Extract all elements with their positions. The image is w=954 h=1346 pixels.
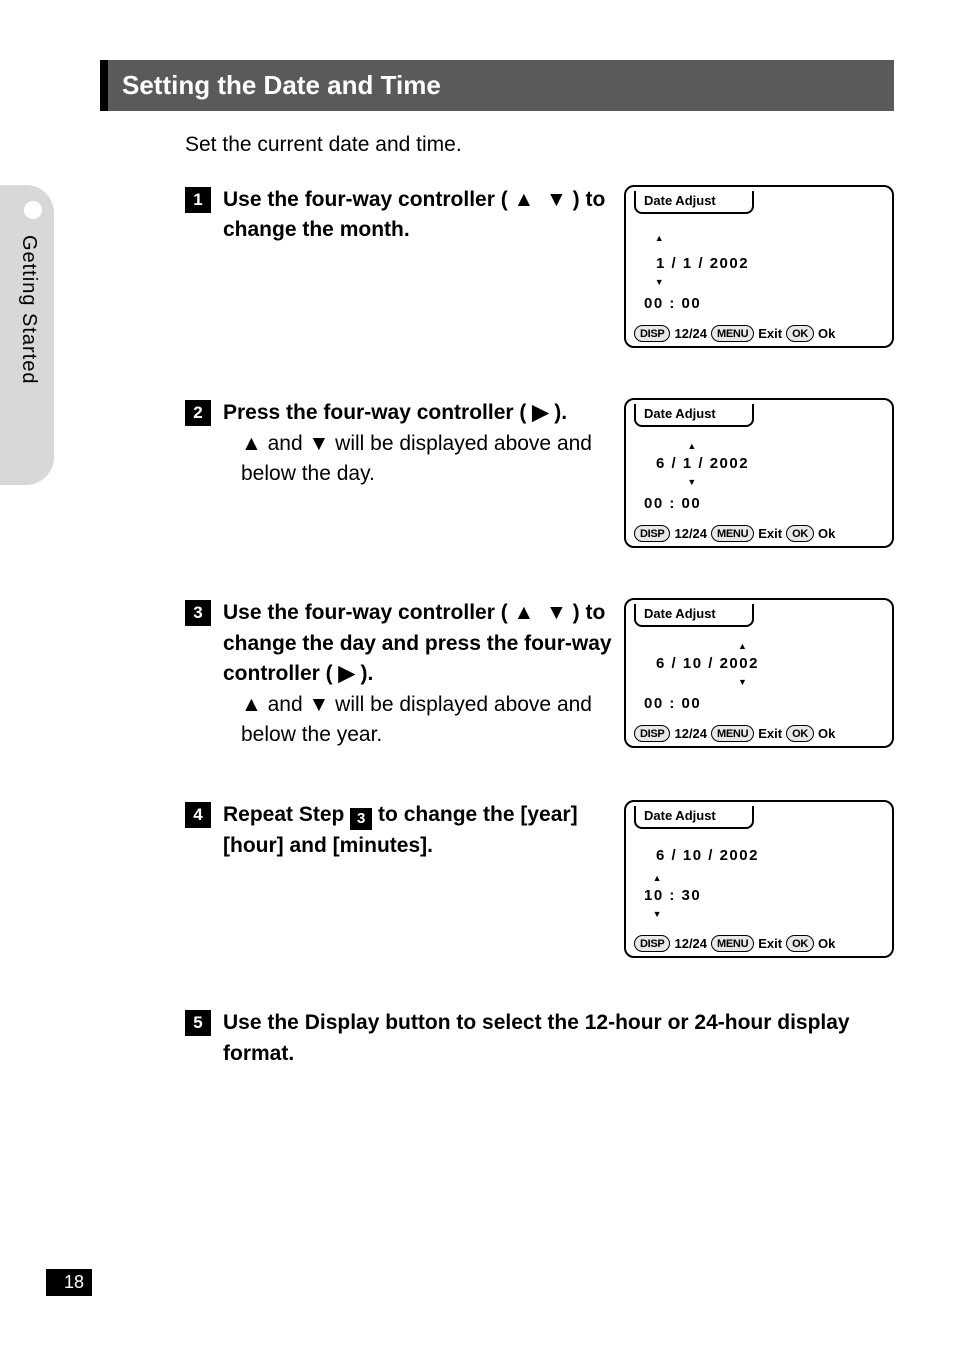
caret-down-icon: ▼: [653, 911, 663, 917]
right-icon: ▶: [339, 662, 355, 685]
step-2: 2 Press the four-way controller ( ▶ ). ▲…: [185, 398, 894, 548]
ok-button-icon: OK: [786, 725, 814, 742]
right-icon: ▶: [532, 401, 548, 424]
menu-button-icon: MENU: [711, 935, 754, 952]
lcd-screen-3: Date Adjust 6 / 10 / 20▲ 6 / 10 / 2002 6…: [624, 598, 894, 748]
lcd-time: 00 : 00: [644, 495, 878, 513]
exit-label: Exit: [758, 326, 782, 341]
step-title: Repeat Step 3 to change the [year] [hour…: [223, 800, 612, 861]
lcd-title: Date Adjust: [634, 806, 754, 829]
caret-up-icon: ▲: [653, 875, 663, 881]
ok-label: Ok: [818, 726, 835, 741]
ok-label: Ok: [818, 326, 835, 341]
step-number: 4: [185, 802, 211, 828]
up-icon: ▲: [241, 432, 262, 455]
step-title: Use the Display button to select the 12-…: [223, 1008, 894, 1069]
step-description: ▲ and ▼ will be displayed above and belo…: [241, 690, 612, 751]
step-description: ▲ and ▼ will be displayed above and belo…: [241, 429, 612, 490]
step-4: 4 Repeat Step 3 to change the [year] [ho…: [185, 800, 894, 958]
twelve24-label: 12/24: [674, 936, 707, 951]
disp-button-icon: DISP: [634, 725, 670, 742]
lcd-title: Date Adjust: [634, 191, 754, 214]
menu-button-icon: MENU: [711, 725, 754, 742]
ok-button-icon: OK: [786, 325, 814, 342]
lcd-title: Date Adjust: [634, 604, 754, 627]
lcd-date: ▲ 1 / 1 / 2002 ▼: [656, 224, 878, 291]
lcd-date: 6 / ▲ 6 / 1 / 2002 6 / ▼: [656, 437, 878, 491]
lcd-date: 6 / 10 / 20▲ 6 / 10 / 2002 6 / 10 / 20▼: [656, 637, 878, 691]
step-title: Use the four-way controller ( ▲ ▼ ) to c…: [223, 185, 612, 246]
down-icon: ▼: [546, 188, 567, 211]
lcd-footer: DISP 12/24 MENU Exit OK Ok: [632, 721, 886, 742]
step-3: 3 Use the four-way controller ( ▲ ▼ ) to…: [185, 598, 894, 750]
up-icon: ▲: [514, 601, 535, 624]
caret-up-icon: ▲: [738, 643, 748, 649]
down-icon: ▼: [309, 432, 330, 455]
page-number: 18: [46, 1269, 92, 1296]
twelve24-label: 12/24: [674, 326, 707, 341]
disp-button-icon: DISP: [634, 325, 670, 342]
down-icon: ▼: [309, 693, 330, 716]
step-5: 5 Use the Display button to select the 1…: [185, 1008, 894, 1069]
step-title: Press the four-way controller ( ▶ ).: [223, 398, 612, 428]
ok-label: Ok: [818, 526, 835, 541]
up-icon: ▲: [241, 693, 262, 716]
caret-down-icon: ▼: [687, 479, 697, 485]
exit-label: Exit: [758, 936, 782, 951]
step-number: 2: [185, 400, 211, 426]
step-ref-icon: 3: [350, 808, 372, 830]
up-icon: ▲: [514, 188, 535, 211]
lcd-screen-2: Date Adjust 6 / ▲ 6 / 1 / 2002 6 / ▼ 00 …: [624, 398, 894, 548]
lcd-footer: DISP 12/24 MENU Exit OK Ok: [632, 931, 886, 952]
caret-down-icon: ▼: [738, 679, 748, 685]
step-1: 1 Use the four-way controller ( ▲ ▼ ) to…: [185, 185, 894, 348]
lcd-footer: DISP 12/24 MENU Exit OK Ok: [632, 521, 886, 542]
caret-down-icon: ▼: [655, 279, 665, 285]
lcd-time: 1▲ 10 : 30 1▼: [644, 869, 878, 923]
down-icon: ▼: [546, 601, 567, 624]
menu-button-icon: MENU: [711, 325, 754, 342]
step-number: 1: [185, 187, 211, 213]
section-heading: Setting the Date and Time: [100, 60, 894, 111]
ok-button-icon: OK: [786, 525, 814, 542]
exit-label: Exit: [758, 726, 782, 741]
ok-button-icon: OK: [786, 935, 814, 952]
lcd-date: 6 / 10 / 2002: [656, 847, 878, 865]
step-number: 5: [185, 1010, 211, 1036]
step-number: 3: [185, 600, 211, 626]
step-title: Use the four-way controller ( ▲ ▼ ) to c…: [223, 598, 612, 689]
lcd-time: 00 : 00: [644, 295, 878, 313]
ok-label: Ok: [818, 936, 835, 951]
lcd-time: 00 : 00: [644, 695, 878, 713]
twelve24-label: 12/24: [674, 726, 707, 741]
lcd-footer: DISP 12/24 MENU Exit OK Ok: [632, 321, 886, 342]
caret-up-icon: ▲: [655, 235, 665, 241]
intro-text: Set the current date and time.: [185, 133, 894, 157]
lcd-title: Date Adjust: [634, 404, 754, 427]
disp-button-icon: DISP: [634, 935, 670, 952]
disp-button-icon: DISP: [634, 525, 670, 542]
exit-label: Exit: [758, 526, 782, 541]
caret-up-icon: ▲: [687, 443, 697, 449]
lcd-screen-1: Date Adjust ▲ 1 / 1 / 2002 ▼ 00 : 00 DIS…: [624, 185, 894, 348]
menu-button-icon: MENU: [711, 525, 754, 542]
twelve24-label: 12/24: [674, 526, 707, 541]
lcd-screen-4: Date Adjust 6 / 10 / 2002 1▲ 10 : 30 1▼ …: [624, 800, 894, 958]
